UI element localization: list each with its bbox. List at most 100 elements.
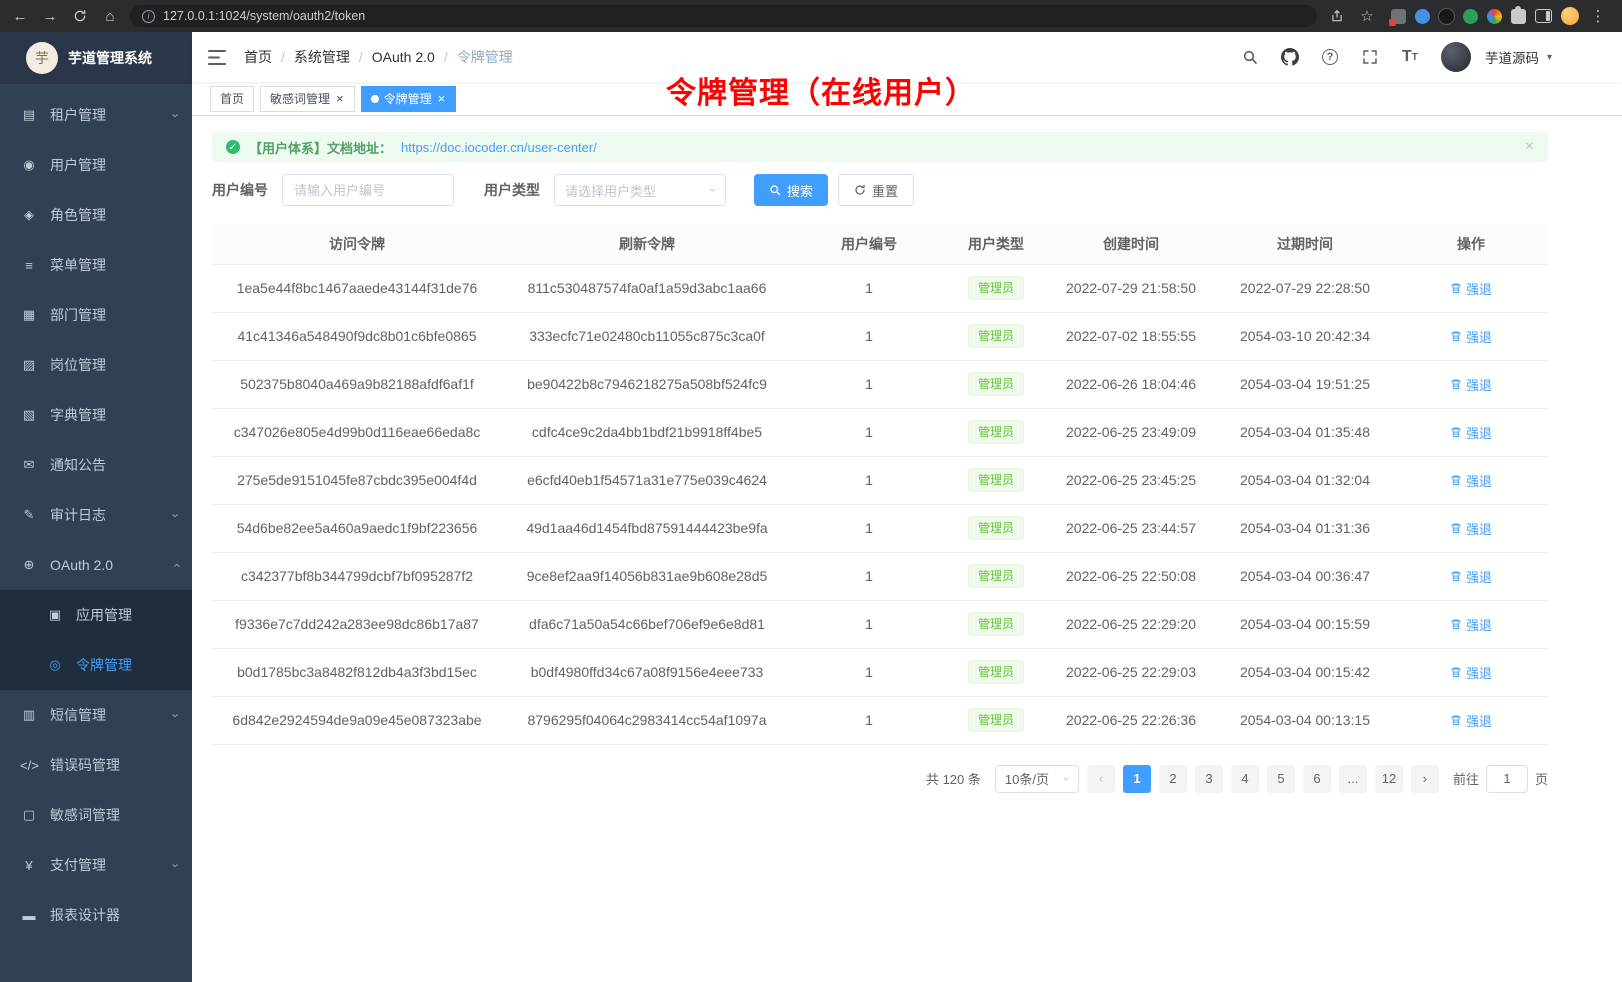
breadcrumb-item[interactable]: 系统管理 (294, 47, 350, 67)
extension-icon-colorful[interactable] (1487, 9, 1502, 24)
browser-profile-avatar[interactable] (1561, 7, 1579, 25)
search-button[interactable]: 搜索 (754, 174, 828, 206)
sidebar-item-audit[interactable]: ✎审计日志› (0, 490, 192, 540)
access-token-cell: c342377bf8b344799dcbf7bf095287f2 (212, 552, 502, 600)
breadcrumb-item[interactable]: 首页 (244, 47, 272, 67)
sidebar-item-user[interactable]: ◉用户管理 (0, 140, 192, 190)
close-tab-icon[interactable]: × (335, 92, 345, 105)
sidebar-item-app[interactable]: ▣应用管理 (0, 590, 192, 640)
force-logout-button[interactable]: 强退 (1450, 711, 1492, 730)
page-button-2[interactable]: 2 (1159, 765, 1187, 793)
force-logout-button[interactable]: 强退 (1450, 279, 1492, 298)
sidebar-item-report[interactable]: ▬报表设计器 (0, 890, 192, 940)
action-cell: 强退 (1394, 312, 1548, 360)
page-button-4[interactable]: 4 (1231, 765, 1259, 793)
home-icon[interactable]: ⌂ (100, 6, 120, 26)
bookmark-star-icon[interactable]: ☆ (1357, 6, 1377, 26)
close-tab-icon[interactable]: × (437, 92, 447, 105)
delete-icon (1450, 570, 1462, 582)
sidebar-item-dept[interactable]: ▦部门管理 (0, 290, 192, 340)
force-logout-button[interactable]: 强退 (1450, 615, 1492, 634)
page-button-1[interactable]: 1 (1123, 765, 1151, 793)
search-icon[interactable] (1233, 40, 1267, 74)
breadcrumb: 首页/系统管理/OAuth 2.0/令牌管理 (244, 47, 513, 67)
browser-menu-icon[interactable]: ⋮ (1588, 6, 1608, 26)
app-icon: ▣ (46, 607, 64, 623)
action-cell: 强退 (1394, 360, 1548, 408)
user-avatar[interactable] (1441, 42, 1471, 72)
github-icon[interactable] (1273, 40, 1307, 74)
force-logout-button[interactable]: 强退 (1450, 519, 1492, 538)
force-logout-button[interactable]: 强退 (1450, 423, 1492, 442)
sidebar-item-sensitive[interactable]: ▢敏感词管理 (0, 790, 192, 840)
refresh-token-cell: 811c530487574fa0af1a59d3abc1aa66 (502, 264, 792, 312)
extension-icon-red-badge[interactable] (1391, 9, 1406, 24)
sidebar-item-oauth2[interactable]: ⊕OAuth 2.0› (0, 540, 192, 590)
tab-home[interactable]: 首页 (210, 86, 254, 112)
help-icon[interactable]: ? (1313, 40, 1347, 74)
sidebar-item-label: 菜单管理 (50, 255, 178, 275)
url-bar[interactable]: i 127.0.0.1:1024/system/oauth2/token (130, 5, 1317, 27)
fullscreen-icon[interactable] (1353, 40, 1387, 74)
sidebar-item-pay[interactable]: ¥支付管理› (0, 840, 192, 890)
delete-icon (1450, 522, 1462, 534)
page-button-3[interactable]: 3 (1195, 765, 1223, 793)
extensions-puzzle-icon[interactable] (1511, 9, 1526, 24)
share-icon[interactable] (1327, 6, 1347, 26)
refresh-token-cell: 333ecfc71e02480cb11055c875c3ca0f (502, 312, 792, 360)
sidebar-item-role[interactable]: ◈角色管理 (0, 190, 192, 240)
page-button-12[interactable]: 12 (1375, 765, 1403, 793)
reload-icon[interactable] (70, 6, 90, 26)
force-logout-button[interactable]: 强退 (1450, 567, 1492, 586)
sidebar-item-post[interactable]: ▨岗位管理 (0, 340, 192, 390)
expire-time-cell: 2054-03-04 01:35:48 (1216, 408, 1394, 456)
tab-token[interactable]: 令牌管理× (361, 86, 457, 112)
breadcrumb-item[interactable]: OAuth 2.0 (372, 49, 435, 65)
force-logout-button[interactable]: 强退 (1450, 471, 1492, 490)
user-id-input[interactable] (282, 174, 454, 206)
goto-page-input[interactable] (1486, 765, 1528, 793)
tab-sensitive-word[interactable]: 敏感词管理× (260, 86, 355, 112)
force-logout-button[interactable]: 强退 (1450, 375, 1492, 394)
prev-page-button[interactable]: ‹ (1087, 765, 1115, 793)
extension-icon-blue[interactable] (1415, 9, 1430, 24)
side-panel-icon[interactable] (1535, 9, 1552, 23)
font-size-icon[interactable]: TT (1393, 40, 1427, 74)
sidebar-item-tenant[interactable]: ▤租户管理› (0, 90, 192, 140)
sidebar-menu: ▤租户管理›◉用户管理◈角色管理≡菜单管理▦部门管理▨岗位管理▧字典管理✉通知公… (0, 84, 192, 940)
expire-time-cell: 2022-07-29 22:28:50 (1216, 264, 1394, 312)
sidebar-item-errcode[interactable]: </>错误码管理 (0, 740, 192, 790)
user-type-select[interactable]: 请选择用户类型 › (554, 174, 726, 206)
breadcrumb-separator: / (281, 49, 285, 65)
sidebar-toggle-icon[interactable] (208, 50, 226, 65)
created-time-cell: 2022-06-25 22:50:08 (1046, 552, 1216, 600)
user-type-cell: 管理员 (946, 264, 1046, 312)
user-name[interactable]: 芋道源码 (1485, 47, 1539, 67)
page-size-select[interactable]: 10条/页 › (995, 765, 1079, 793)
sidebar-item-dict[interactable]: ▧字典管理 (0, 390, 192, 440)
extension-icon-dark[interactable] (1439, 9, 1454, 24)
alert-close-icon[interactable]: × (1525, 138, 1534, 156)
sidebar-item-menu[interactable]: ≡菜单管理 (0, 240, 192, 290)
reset-button[interactable]: 重置 (838, 174, 914, 206)
back-icon[interactable]: ← (10, 6, 30, 26)
chevron-down-icon: › (1060, 777, 1074, 781)
sidebar-item-token[interactable]: ◎令牌管理 (0, 640, 192, 690)
forward-icon[interactable]: → (40, 6, 60, 26)
sidebar-item-notice[interactable]: ✉通知公告 (0, 440, 192, 490)
alert-doc-link[interactable]: https://doc.iocoder.cn/user-center/ (401, 140, 597, 155)
force-logout-button[interactable]: 强退 (1450, 663, 1492, 682)
access-token-cell: b0d1785bc3a8482f812db4a3f3bd15ec (212, 648, 502, 696)
extension-icon-green[interactable] (1463, 9, 1478, 24)
col-created-time: 创建时间 (1046, 224, 1216, 264)
site-info-icon[interactable]: i (142, 10, 155, 23)
goto-page: 前往 页 (1453, 765, 1548, 793)
chevron-down-icon[interactable]: ▾ (1547, 52, 1552, 63)
sidebar-item-label: 令牌管理 (76, 655, 178, 675)
page-button-5[interactable]: 5 (1267, 765, 1295, 793)
page-button-6[interactable]: 6 (1303, 765, 1331, 793)
next-page-button[interactable]: › (1411, 765, 1439, 793)
tenant-icon: ▤ (20, 107, 38, 123)
sidebar-item-sms[interactable]: ▥短信管理› (0, 690, 192, 740)
force-logout-button[interactable]: 强退 (1450, 327, 1492, 346)
